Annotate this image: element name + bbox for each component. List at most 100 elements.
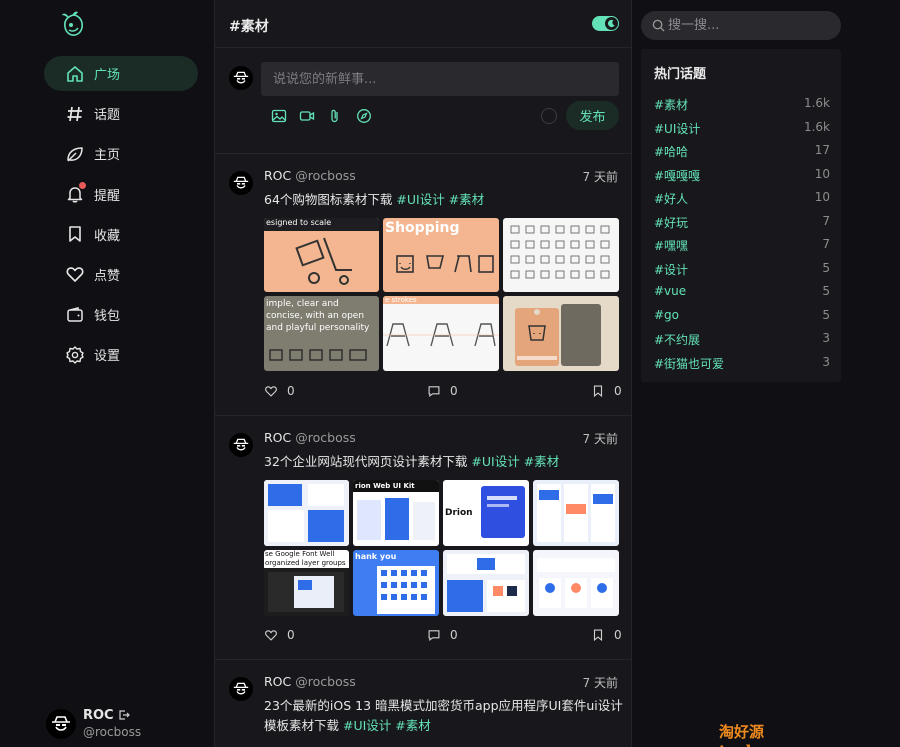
post-image[interactable]: Drion bbox=[443, 480, 529, 546]
nav-item-label: 提醒 bbox=[94, 188, 121, 204]
comment-count: 0 bbox=[450, 628, 458, 642]
hot-topic-item[interactable]: #vue 5 bbox=[654, 284, 830, 302]
post-tag[interactable]: #UI设计 bbox=[471, 454, 519, 469]
nav-item-notifications[interactable]: 提醒 bbox=[44, 177, 198, 212]
hot-topic-count: 1.6k bbox=[803, 119, 830, 134]
hot-topic-item[interactable]: #素材 1.6k bbox=[654, 96, 830, 114]
post-image[interactable] bbox=[533, 480, 619, 546]
post-author[interactable]: ROC @rocboss bbox=[264, 168, 356, 183]
post-tag[interactable]: #UI设计 bbox=[343, 718, 391, 733]
collect-button[interactable]: 0 bbox=[591, 628, 622, 642]
nav-item-wallet[interactable]: 钱包 bbox=[44, 297, 198, 332]
logout-icon[interactable] bbox=[118, 709, 130, 725]
image-icon[interactable] bbox=[271, 108, 287, 124]
avatar[interactable] bbox=[229, 171, 253, 195]
theme-toggle[interactable] bbox=[592, 16, 619, 31]
avatar[interactable] bbox=[229, 433, 253, 457]
avatar[interactable] bbox=[229, 677, 253, 701]
bookmark-icon bbox=[593, 629, 603, 642]
nav-item-collections[interactable]: 收藏 bbox=[44, 217, 198, 252]
attachment-icon[interactable] bbox=[327, 108, 343, 124]
hot-topic-item[interactable]: #go 5 bbox=[654, 308, 830, 326]
notification-dot bbox=[79, 182, 86, 190]
hot-topic-item[interactable]: #嘎嘎嘎 10 bbox=[654, 167, 830, 185]
compass-icon[interactable] bbox=[356, 108, 372, 124]
post-author[interactable]: ROC @rocboss bbox=[264, 674, 356, 689]
nav-item-label: 钱包 bbox=[94, 309, 121, 325]
avatar[interactable] bbox=[46, 709, 76, 739]
nav-item-topics[interactable]: 话题 bbox=[44, 96, 198, 131]
post-body: 32个企业网站现代网页设计素材下载 bbox=[264, 454, 468, 469]
hot-topic-tag: #哈哈 bbox=[654, 145, 689, 159]
post-image[interactable]: hank you bbox=[353, 550, 439, 616]
hot-topic-item[interactable]: #好玩 7 bbox=[654, 214, 830, 232]
post-image[interactable] bbox=[503, 296, 619, 371]
post-image[interactable] bbox=[533, 550, 619, 616]
collect-button[interactable]: 0 bbox=[591, 384, 622, 398]
left-sidebar: 广场 话题 主页 提醒 收藏 点赞 钱包 设置 ROC @rocboss bbox=[0, 0, 214, 747]
hot-topics-panel: 热门话题 #素材 1.6k #UI设计 1.6k #哈哈 17 #嘎嘎嘎 10 #好人 1… bbox=[641, 49, 841, 382]
like-button[interactable]: 0 bbox=[264, 628, 295, 642]
post-tag[interactable]: #UI设计 bbox=[396, 192, 444, 207]
post-composer: 发布 bbox=[215, 48, 631, 154]
post-actions: 0 0 0 bbox=[264, 628, 622, 646]
nav-item-square[interactable]: 广场 bbox=[44, 56, 198, 91]
comment-icon bbox=[428, 386, 440, 398]
hot-topic-item[interactable]: #哈哈 17 bbox=[654, 143, 830, 161]
hot-topic-item[interactable]: #设计 5 bbox=[654, 261, 830, 279]
comment-button[interactable]: 0 bbox=[427, 628, 458, 642]
post-item[interactable]: ROC @rocboss 7 天前 23个最新的iOS 13 暗黑模式加密货币a… bbox=[215, 660, 631, 747]
comment-button[interactable]: 0 bbox=[427, 384, 458, 398]
hot-topic-tag: #vue bbox=[654, 284, 687, 298]
post-image[interactable] bbox=[503, 218, 619, 292]
like-button[interactable]: 0 bbox=[264, 384, 295, 398]
post-tag[interactable]: #素材 bbox=[449, 192, 484, 207]
nav-item-settings[interactable]: 设置 bbox=[44, 337, 198, 372]
post-item[interactable]: ROC @rocboss 7 天前 64个购物图标素材下载 #UI设计 #素材 … bbox=[215, 154, 631, 416]
composer-input[interactable] bbox=[261, 62, 619, 96]
nav-item-likes[interactable]: 点赞 bbox=[44, 257, 198, 292]
video-icon[interactable] bbox=[299, 108, 315, 124]
logo-icon[interactable] bbox=[58, 9, 88, 39]
like-count: 0 bbox=[287, 628, 295, 642]
moon-icon bbox=[605, 17, 618, 30]
hot-topic-count: 17 bbox=[814, 143, 830, 157]
post-image[interactable] bbox=[443, 550, 529, 616]
hot-topic-item[interactable]: #UI设计 1.6k bbox=[654, 120, 830, 138]
search-input[interactable] bbox=[668, 11, 833, 40]
post-image[interactable]: Shopping bbox=[383, 218, 499, 292]
hot-topic-item[interactable]: #嘿嘿 7 bbox=[654, 237, 830, 255]
hash-icon bbox=[65, 104, 85, 124]
post-author-handle: @rocboss bbox=[295, 168, 356, 183]
post-image[interactable]: esigned to scale bbox=[264, 218, 379, 292]
comment-icon bbox=[428, 630, 440, 642]
post-author[interactable]: ROC @rocboss bbox=[264, 430, 356, 445]
nav-item-label: 设置 bbox=[94, 349, 121, 365]
post-image[interactable]: se Google Font Well organized layer grou… bbox=[264, 550, 349, 616]
hot-topic-item[interactable]: #不约展 3 bbox=[654, 331, 830, 349]
hot-topics-title: 热门话题 bbox=[654, 67, 707, 82]
post-time: 7 天前 bbox=[582, 170, 618, 184]
post-image[interactable]: imple, clear and concise, with an open a… bbox=[264, 296, 379, 371]
post-tag[interactable]: #素材 bbox=[524, 454, 559, 469]
post-item[interactable]: ROC @rocboss 7 天前 32个企业网站现代网页设计素材下载 #UI设… bbox=[215, 416, 631, 660]
nav-item-profile[interactable]: 主页 bbox=[44, 136, 198, 171]
comment-count: 0 bbox=[450, 384, 458, 398]
hot-topic-tag: #嘿嘿 bbox=[654, 239, 689, 253]
post-image[interactable]: rion Web UI Kit bbox=[353, 480, 439, 546]
hot-topic-item[interactable]: #好人 10 bbox=[654, 190, 830, 208]
feed-header: #素材 bbox=[215, 0, 631, 48]
post-image[interactable]: e strokes bbox=[383, 296, 499, 371]
post-image[interactable] bbox=[264, 480, 349, 546]
hot-topic-tag: #素材 bbox=[654, 98, 689, 112]
nav-item-label: 收藏 bbox=[94, 228, 121, 244]
hot-topic-tag: #好人 bbox=[654, 192, 689, 206]
heart-icon bbox=[265, 630, 277, 641]
user-name: ROC bbox=[83, 708, 114, 723]
hot-topic-item[interactable]: #街猫也可爱 3 bbox=[654, 355, 830, 373]
bookmark-icon bbox=[593, 385, 603, 398]
publish-button[interactable]: 发布 bbox=[566, 101, 619, 130]
post-tag[interactable]: #素材 bbox=[395, 718, 430, 733]
post-body: 23个最新的iOS 13 暗黑模式加密货币app应用程序UI套件ui设计模板素材… bbox=[264, 698, 623, 733]
avatar bbox=[229, 66, 253, 90]
